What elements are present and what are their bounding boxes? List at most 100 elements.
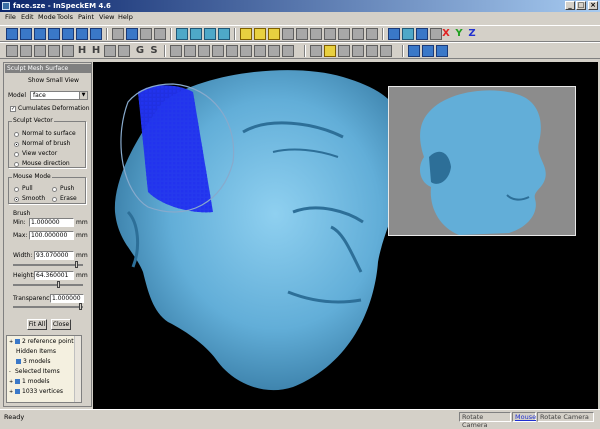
tree-row[interactable]: - Selected Items (9, 367, 60, 376)
width-slider[interactable] (13, 261, 83, 268)
cut-icon[interactable] (34, 45, 46, 57)
tree-scrollbar[interactable] (74, 336, 81, 402)
tree-row[interactable]: +1 models (9, 377, 50, 386)
surface-view-icon[interactable] (402, 28, 414, 40)
select-remove-icon[interactable] (268, 28, 280, 40)
tool-c-icon[interactable] (198, 45, 210, 57)
tool-a-icon[interactable] (170, 45, 182, 57)
play-icon[interactable] (422, 45, 434, 57)
radio-smooth[interactable] (14, 197, 19, 202)
width-slider-thumb[interactable] (75, 261, 78, 268)
menu-help[interactable]: Help (118, 13, 133, 21)
radio-erase[interactable] (52, 197, 57, 202)
menu-edit[interactable]: Edit (21, 13, 34, 21)
max-field[interactable]: 100.000000 (29, 231, 74, 240)
mesh-view-icon[interactable] (388, 28, 400, 40)
close-button[interactable]: Close (51, 319, 71, 330)
tool-d-icon[interactable] (212, 45, 224, 57)
model-view-1-icon[interactable] (176, 28, 188, 40)
menu-mode[interactable]: Mode (38, 13, 56, 21)
move-icon[interactable] (282, 28, 294, 40)
open-folder-icon[interactable] (20, 28, 32, 40)
expand-icon[interactable]: + (9, 380, 14, 385)
radio-view-vector[interactable] (14, 152, 19, 157)
capture-icon[interactable] (324, 45, 336, 57)
redo-icon[interactable] (20, 45, 32, 57)
small-view-inset[interactable] (388, 86, 576, 236)
tool-b-icon[interactable] (184, 45, 196, 57)
pan-icon[interactable] (324, 28, 336, 40)
tool-h-icon[interactable] (268, 45, 280, 57)
axis-z-icon[interactable]: Z (466, 28, 478, 40)
zoom-icon[interactable] (310, 28, 322, 40)
expand-icon[interactable]: + (9, 390, 14, 395)
show-small-view-link[interactable]: Show Small View (28, 77, 79, 85)
min-field[interactable]: 1.000000 (29, 218, 74, 227)
save-as-icon[interactable] (62, 28, 74, 40)
width-field[interactable]: 93.070000 (34, 251, 74, 260)
group-icon[interactable]: G (134, 45, 146, 57)
redo-history-icon[interactable] (154, 28, 166, 40)
radio-normal-of-brush[interactable] (14, 142, 19, 147)
maximize-button[interactable]: □ (576, 1, 586, 10)
tree-row[interactable]: +1033 vertices (9, 387, 63, 396)
fit-all-button[interactable]: Fit All (27, 319, 47, 330)
rotate-icon[interactable] (296, 28, 308, 40)
open-model-icon[interactable] (34, 28, 46, 40)
height-field[interactable]: 64.360001 (34, 271, 74, 280)
light-icon[interactable] (352, 28, 364, 40)
print-icon[interactable] (112, 28, 124, 40)
cumulates-checkbox[interactable]: ✓ (10, 106, 16, 112)
close-window-button[interactable]: × (588, 1, 598, 10)
first-frame-icon[interactable] (408, 45, 420, 57)
radio-mouse-direction[interactable] (14, 162, 19, 167)
tree-row[interactable]: Hidden Items (16, 347, 56, 356)
radio-pull[interactable] (14, 187, 19, 192)
render-1-icon[interactable] (338, 45, 350, 57)
tool-i-icon[interactable] (282, 45, 294, 57)
collapse-icon[interactable]: - (9, 370, 14, 375)
new-file-icon[interactable] (6, 28, 18, 40)
tree-row[interactable]: 3 models (16, 357, 51, 366)
minimize-button[interactable]: _ (565, 1, 575, 10)
transparency-slider[interactable] (13, 303, 83, 310)
next-frame-icon[interactable] (436, 45, 448, 57)
select-add-icon[interactable] (254, 28, 266, 40)
measure-icon[interactable] (338, 28, 350, 40)
select-arrow-icon[interactable] (240, 28, 252, 40)
expand-icon[interactable]: + (9, 340, 14, 345)
render-3-icon[interactable] (366, 45, 378, 57)
tool-g-icon[interactable] (254, 45, 266, 57)
texture-view-icon[interactable] (416, 28, 428, 40)
model-select[interactable]: face ▼ (30, 91, 88, 100)
save-icon[interactable] (48, 28, 60, 40)
undo-icon[interactable] (6, 45, 18, 57)
export-icon[interactable] (76, 28, 88, 40)
render-4-icon[interactable] (380, 45, 392, 57)
axis-x-icon[interactable]: X (440, 28, 452, 40)
ruler-icon[interactable] (366, 28, 378, 40)
tool-f-icon[interactable] (240, 45, 252, 57)
paste-icon[interactable] (62, 45, 74, 57)
model-view-3-icon[interactable] (204, 28, 216, 40)
properties-icon[interactable] (126, 28, 138, 40)
tree-row[interactable]: +2 reference points (9, 337, 77, 346)
menu-paint[interactable]: Paint (78, 13, 94, 21)
import-icon[interactable] (90, 28, 102, 40)
height-slider[interactable] (13, 281, 83, 288)
split-icon[interactable]: S (148, 45, 160, 57)
camera-icon[interactable] (310, 45, 322, 57)
hide-all-icon[interactable] (104, 45, 116, 57)
radio-push[interactable] (52, 187, 57, 192)
axis-y-icon[interactable]: Y (453, 28, 465, 40)
transparency-slider-thumb[interactable] (79, 303, 82, 310)
model-view-2-icon[interactable] (190, 28, 202, 40)
menu-tools[interactable]: Tools (57, 13, 73, 21)
height-slider-thumb[interactable] (57, 281, 60, 288)
menu-view[interactable]: View (99, 13, 114, 21)
menu-file[interactable]: File (5, 13, 16, 21)
render-2-icon[interactable] (352, 45, 364, 57)
hide-icon[interactable]: H (76, 45, 88, 57)
show-icon[interactable]: H (90, 45, 102, 57)
model-view-4-icon[interactable] (218, 28, 230, 40)
